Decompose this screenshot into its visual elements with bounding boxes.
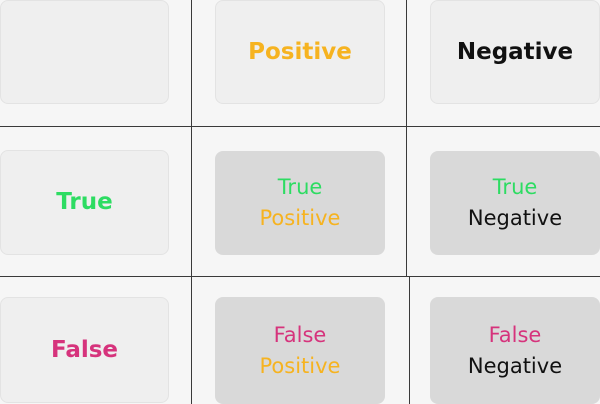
row-header-true: True [0,150,169,255]
grid-line-horizontal-1 [0,126,600,127]
row-header-false: False [0,297,169,403]
column-header-negative: Negative [430,0,600,104]
cell-true-negative-line-2: Negative [467,206,563,230]
grid-line-vertical-2 [406,0,407,276]
cell-false-positive-line-1: False [273,322,327,347]
confusion-matrix-diagram: Positive Negative True True Positive Tru… [0,0,600,404]
cell-false-positive: False Positive [215,297,385,404]
grid-line-vertical-1 [191,0,192,404]
cell-true-positive: True Positive [215,151,385,255]
cell-true-positive-line-1: True [277,175,323,199]
cell-false-negative: False Negative [430,297,600,404]
cell-true-positive-line-2: Positive [259,206,341,230]
grid-line-horizontal-2 [0,276,600,277]
cell-false-negative-line-1: False [488,322,542,347]
corner-box [0,0,169,104]
cell-false-negative-line-2: Negative [467,353,563,378]
cell-true-negative: True Negative [430,151,600,255]
column-header-negative-label: Negative [456,38,574,65]
cell-false-positive-line-2: Positive [259,353,341,378]
column-header-positive: Positive [215,0,385,104]
grid-line-vertical-2b [409,276,410,404]
row-header-true-label: True [56,189,113,215]
cell-true-negative-line-1: True [492,175,538,199]
row-header-false-label: False [50,336,119,363]
column-header-positive-label: Positive [248,38,352,65]
